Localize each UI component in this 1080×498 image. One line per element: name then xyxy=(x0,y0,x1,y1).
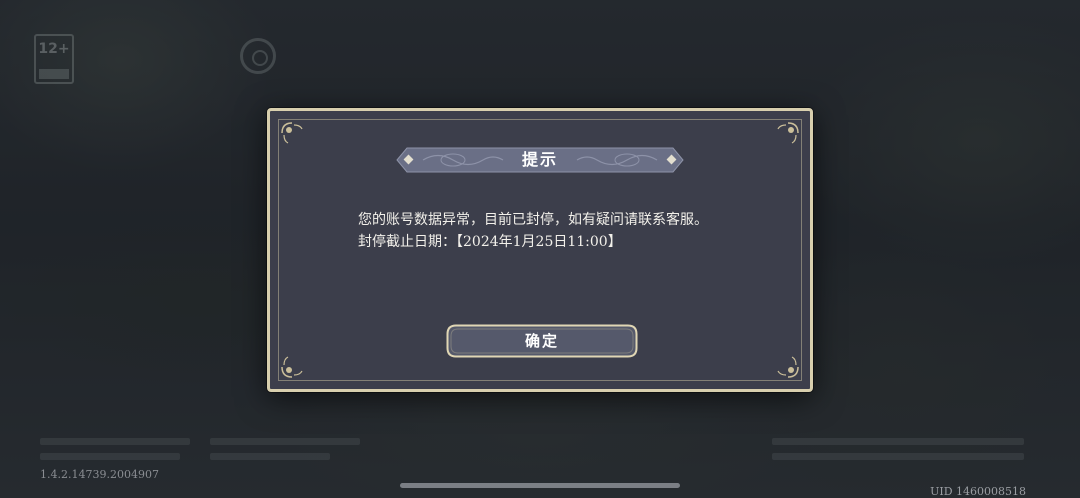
ban-end-date-text: 封停截止日期：【2024年1月25日11:00】 xyxy=(358,234,622,250)
version-number: 1.4.2.14739.2004907 xyxy=(40,468,159,481)
game-screen: 12+ 1.4.2.14739.2004907 UID 1460008518 提… xyxy=(0,0,1080,498)
title-banner: 提示 xyxy=(393,146,687,174)
corner-ornament-icon xyxy=(281,122,303,144)
legal-text-block-middle xyxy=(210,438,360,460)
legal-text-block-right xyxy=(772,438,1024,460)
dialog-message: 您的账号数据异常，目前已封停，如有疑问请联系客服。 封停截止日期：【2024年1… xyxy=(358,209,758,253)
ring-logo-icon xyxy=(240,38,276,74)
corner-ornament-icon xyxy=(777,122,799,144)
confirm-button-label: 确定 xyxy=(524,332,559,350)
corner-ornament-icon xyxy=(281,356,303,378)
dialog-title: 提示 xyxy=(521,150,558,169)
legal-text-block-left xyxy=(40,438,190,460)
age-rating-text: 12+ xyxy=(38,41,70,57)
notice-dialog: 提示 您的账号数据异常，目前已封停，如有疑问请联系客服。 封停截止日期：【202… xyxy=(267,108,813,392)
corner-ornament-icon xyxy=(777,356,799,378)
age-rating-badge: 12+ xyxy=(34,34,74,84)
ban-notice-text: 您的账号数据异常，目前已封停，如有疑问请联系客服。 xyxy=(358,212,708,228)
home-indicator[interactable] xyxy=(400,483,680,488)
user-id: UID 1460008518 xyxy=(930,485,1026,498)
confirm-button[interactable]: 确定 xyxy=(446,324,638,358)
